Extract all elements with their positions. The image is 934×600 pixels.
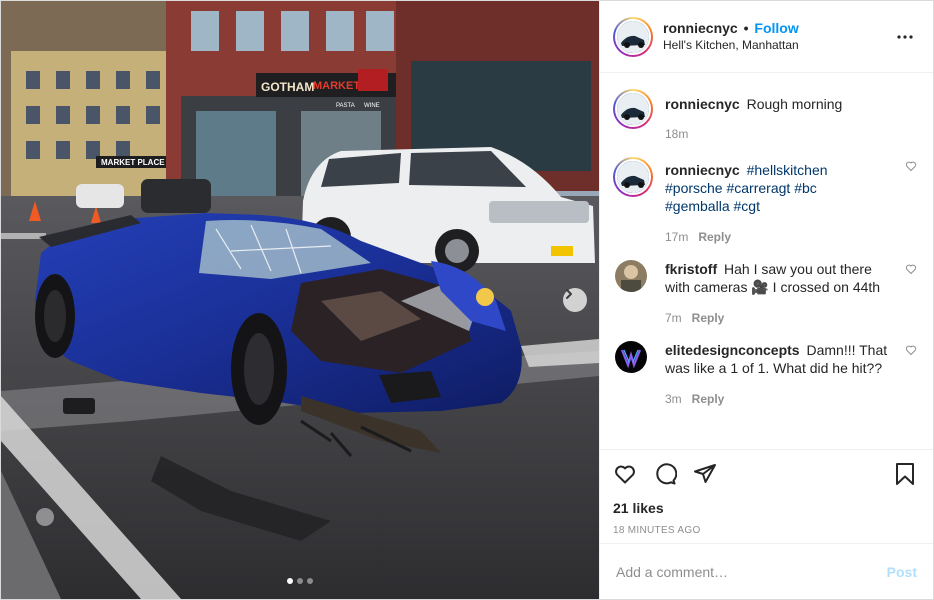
save-button[interactable] — [893, 462, 917, 486]
carousel-indicator — [287, 578, 313, 584]
comment-row: fkristoff Hah I saw you out there with c… — [613, 260, 917, 327]
comment-time[interactable]: 7m — [665, 311, 682, 325]
avatar-image — [617, 161, 649, 193]
hashtag-link[interactable]: #bc — [794, 180, 817, 196]
add-comment-bar: Post — [600, 543, 933, 599]
avatar-image — [615, 341, 647, 373]
comment-avatar[interactable] — [615, 341, 647, 373]
comment-avatar[interactable] — [615, 260, 647, 292]
post-timestamp[interactable]: 18 MINUTES AGO — [613, 525, 917, 536]
comment-avatar[interactable] — [613, 89, 653, 129]
comment-time[interactable]: 3m — [665, 392, 682, 406]
post-header: ronniecnyc • Follow Hell's Kitchen, Manh… — [600, 1, 933, 73]
reply-button[interactable]: Reply — [692, 392, 725, 406]
hashtag-link[interactable]: #carreragt — [726, 180, 790, 196]
heart-icon — [615, 465, 635, 484]
hashtag-link[interactable]: #hellskitchen — [747, 162, 828, 178]
like-comment-heart-icon[interactable] — [905, 344, 917, 356]
photo-illustration: GOTHAM MARKET PASTA WINE MARKET PLACE — [1, 1, 599, 599]
sign-gotham: GOTHAM — [261, 80, 314, 94]
comment-button[interactable] — [653, 462, 677, 486]
reply-button[interactable]: Reply — [698, 230, 731, 244]
comment-text: Rough morning — [746, 96, 843, 112]
carousel-dot — [297, 578, 303, 584]
comment-input[interactable] — [616, 563, 887, 580]
comment-time[interactable]: 18m — [665, 127, 688, 141]
sign-market: MARKET — [313, 80, 360, 92]
sign-wine: WINE — [364, 103, 380, 109]
carousel-dot — [287, 578, 293, 584]
hashtag-link[interactable]: #porsche — [665, 180, 723, 196]
post-side-panel: ronniecnyc • Follow Hell's Kitchen, Manh… — [599, 1, 933, 599]
like-comment-heart-icon[interactable] — [905, 263, 917, 275]
more-options-button[interactable] — [893, 25, 917, 49]
bookmark-icon — [896, 463, 914, 485]
comment-username[interactable]: ronniecnyc — [665, 162, 740, 178]
comment-username[interactable]: ronniecnyc — [665, 96, 740, 112]
share-icon — [694, 464, 716, 483]
caption-row: ronniecnyc Rough morning 18m — [613, 89, 917, 143]
post-modal: GOTHAM MARKET PASTA WINE MARKET PLACE ro… — [0, 0, 934, 600]
likes-count[interactable]: 21 likes — [613, 500, 917, 516]
chevron-right-icon — [566, 289, 572, 299]
hashtag-link[interactable]: #gemballa — [665, 198, 730, 214]
comment-row: ronniecnyc #hellskitchen #porsche #carre… — [613, 157, 917, 246]
comment-icon — [656, 463, 677, 485]
comment-row: elitedesignconcepts Damn!!! That was lik… — [613, 341, 917, 408]
sign-pasta: PASTA — [336, 103, 355, 109]
like-button[interactable] — [613, 462, 637, 486]
reply-button[interactable]: Reply — [692, 311, 725, 325]
post-comment-button[interactable]: Post — [887, 564, 917, 580]
next-photo-button[interactable] — [563, 288, 587, 312]
avatar-image — [617, 20, 649, 53]
comment-avatar[interactable] — [613, 157, 653, 197]
avatar-image — [617, 93, 649, 125]
post-photo[interactable]: GOTHAM MARKET PASTA WINE MARKET PLACE — [1, 1, 599, 599]
avatar-image — [615, 260, 647, 292]
author-avatar[interactable] — [613, 16, 653, 57]
like-comment-heart-icon[interactable] — [905, 160, 917, 172]
post-location[interactable]: Hell's Kitchen, Manhattan — [663, 37, 893, 54]
more-options-icon — [897, 34, 913, 39]
sign-market-place: MARKET PLACE — [101, 158, 165, 167]
share-button[interactable] — [693, 462, 717, 486]
comment-time[interactable]: 17m — [665, 230, 688, 244]
carousel-dot — [307, 578, 313, 584]
hashtag-link[interactable]: #cgt — [734, 198, 760, 214]
comments-list: ronniecnyc Rough morning 18m ronniecnyc … — [600, 73, 933, 449]
follow-button[interactable]: Follow — [754, 20, 798, 36]
author-username[interactable]: ronniecnyc — [663, 20, 738, 36]
comment-username[interactable]: fkristoff — [665, 261, 717, 277]
header-separator: • — [743, 19, 749, 36]
comment-username[interactable]: elitedesignconcepts — [665, 342, 800, 358]
